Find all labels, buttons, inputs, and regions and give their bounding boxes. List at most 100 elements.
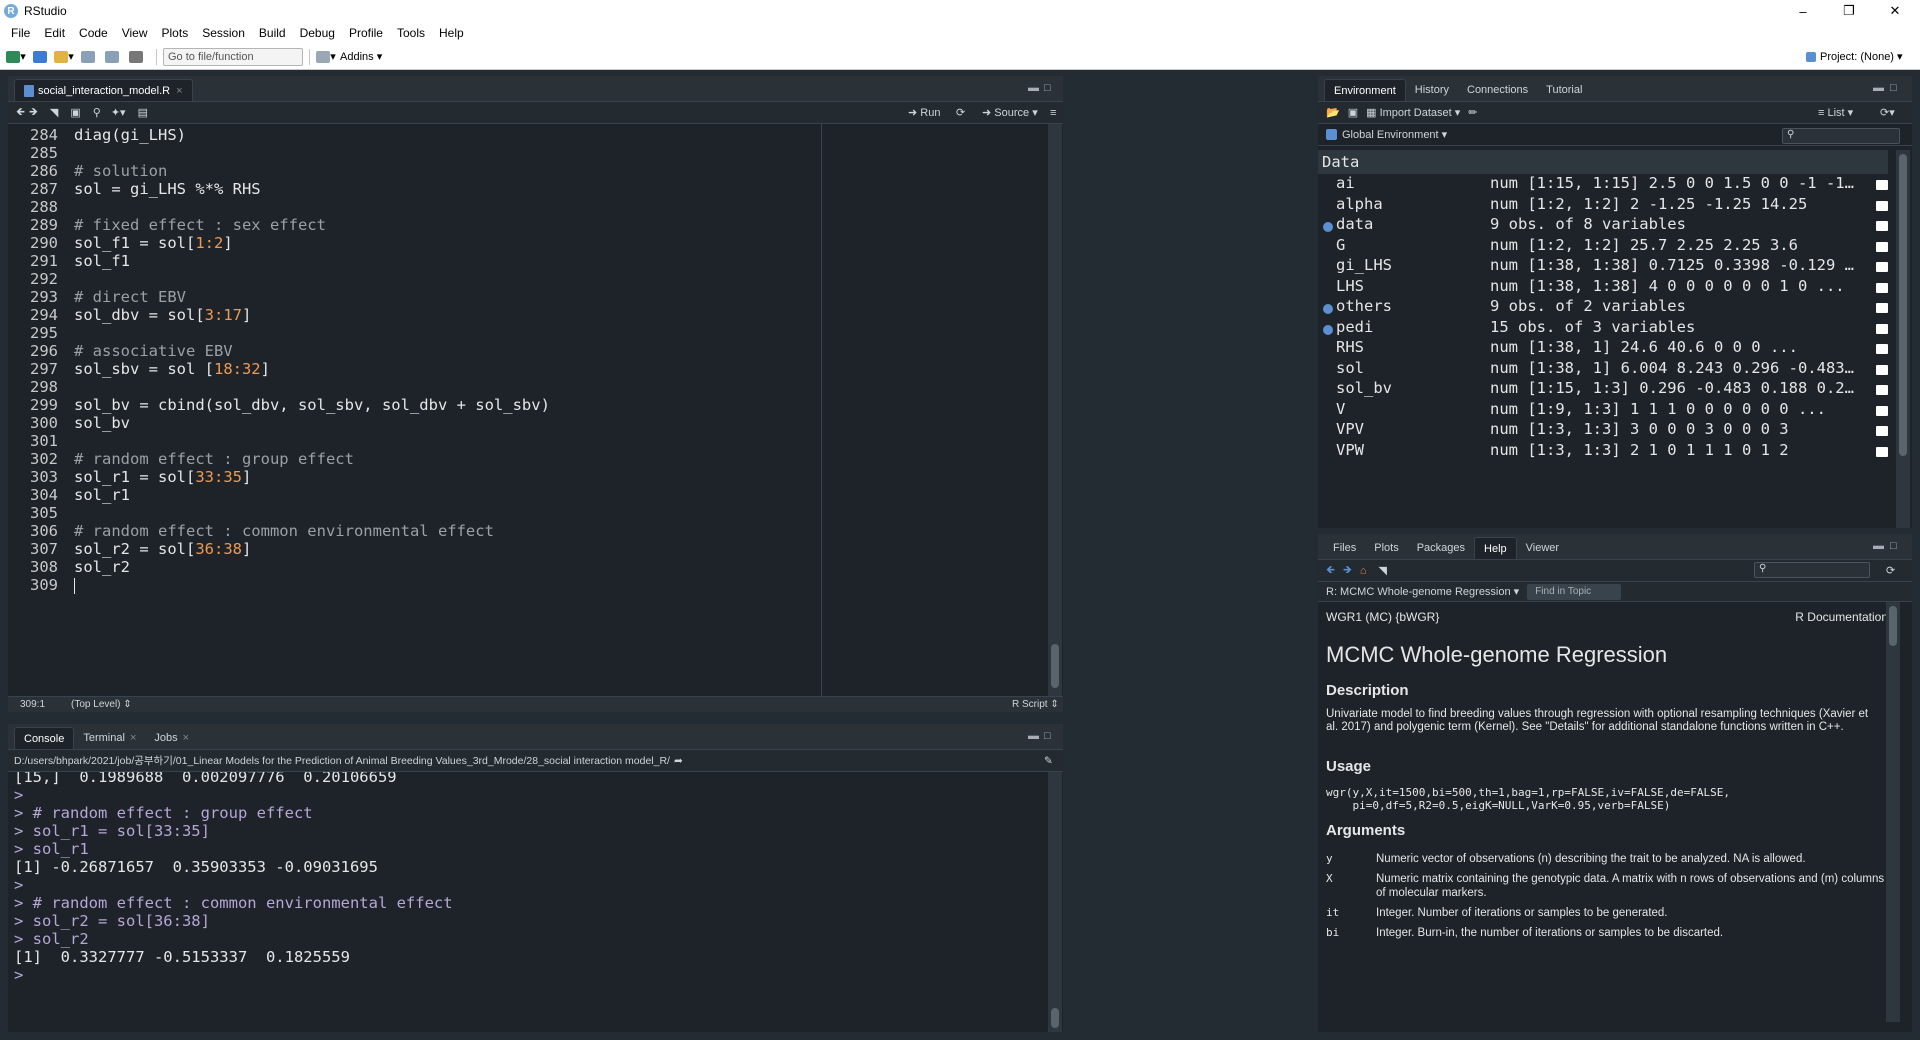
save-all-icon[interactable] [102,48,122,66]
project-menu[interactable]: Project: (None) ▾ [1806,48,1903,66]
forward-icon[interactable]: 🡺 [1343,561,1352,580]
find-in-topic-input[interactable]: Find in Topic [1527,583,1622,600]
save-workspace-icon[interactable]: ▣ [1348,106,1358,119]
menu-debug[interactable]: Debug [293,26,342,40]
help-topic-selector[interactable]: R: MCMC Whole-genome Regression ▾ [1326,585,1519,598]
tab-files[interactable]: Files [1324,537,1365,559]
menu-plots[interactable]: Plots [155,26,196,40]
print-icon[interactable] [126,48,146,66]
new-project-icon[interactable] [30,48,50,66]
show-in-window-icon[interactable]: ◥ [50,106,58,119]
console-scroll-thumb[interactable] [1051,1008,1059,1028]
view-data-icon[interactable] [1876,405,1888,416]
console-output[interactable]: [15,] 0.1989688 0.002097776 0.20106659 > >… [8,772,1063,1032]
editor-scrollbar[interactable] [1048,124,1062,696]
tab-viewer[interactable]: Viewer [1517,537,1568,559]
working-directory[interactable]: D:/users/bhpark/2021/job/공부하기/01_Linear … [14,753,670,768]
minimize-pane-icon[interactable]: ▬ [1028,82,1039,94]
close-icon[interactable]: ✕ [1872,0,1918,22]
view-data-icon[interactable] [1876,180,1888,190]
save-file-icon[interactable]: ▣ [70,106,80,119]
maximize-pane-icon[interactable]: □ [1044,82,1051,94]
maximize-pane-icon[interactable]: □ [1890,540,1897,552]
view-data-icon[interactable] [1876,262,1888,272]
file-type-selector[interactable]: R Script ⇕ [1012,699,1059,710]
menu-code[interactable]: Code [72,26,115,40]
tab-connections[interactable]: Connections [1458,79,1537,101]
restore-icon[interactable]: ❐ [1826,0,1872,22]
view-data-icon[interactable] [1876,344,1888,354]
tab-social-interaction-model[interactable]: social_interaction_model.R × [14,79,193,101]
search-icon[interactable]: ⚲ [93,106,101,119]
view-data-icon[interactable] [1876,323,1888,334]
environment-scroll-thumb[interactable] [1899,154,1907,456]
view-data-icon[interactable] [1876,241,1888,252]
save-icon[interactable] [78,48,98,66]
menu-session[interactable]: Session [195,26,252,40]
open-file-icon[interactable]: ▾ [54,48,74,66]
code-editor[interactable]: 284 diag(gi_LHS) 285 286 # solution 287 sol = … [8,124,1063,696]
clear-objects-icon[interactable]: ✏ [1468,106,1477,119]
source-button[interactable]: ➜ Source ▾ [982,106,1038,119]
goto-file-input[interactable]: Go to file/function [163,47,303,66]
tab-packages[interactable]: Packages [1408,537,1474,559]
view-data-icon[interactable] [1876,385,1888,395]
go-to-directory-icon[interactable]: ➦ [674,755,683,767]
expand-icon[interactable] [1323,324,1333,335]
code-line[interactable]: 309 [8,576,1063,598]
menu-build[interactable]: Build [252,26,293,40]
minimize-pane-icon[interactable]: ▬ [1873,82,1884,94]
outline-icon[interactable]: ≡ [1050,107,1056,119]
minimize-icon[interactable]: – [1780,0,1826,22]
rerun-icon[interactable]: ⟳ [956,106,965,119]
maximize-pane-icon[interactable]: □ [1044,730,1051,742]
close-tab-icon[interactable]: × [176,85,182,97]
forward-icon[interactable]: 🡺 [29,103,38,122]
code-tools-icon[interactable]: ✦▾ [111,106,126,119]
show-in-window-icon[interactable]: ◥ [1379,564,1387,577]
home-icon[interactable]: ⌂ [1360,565,1367,577]
close-tab-icon[interactable]: × [183,732,189,744]
expand-icon[interactable] [1323,222,1333,232]
tab-environment[interactable]: Environment [1324,79,1406,101]
environment-search-input[interactable]: ⚲ [1782,128,1900,144]
new-file-icon[interactable]: ▾ [6,48,26,66]
menu-profile[interactable]: Profile [342,26,390,40]
tab-console[interactable]: Console [14,727,75,749]
compile-report-icon[interactable]: ▤ [138,106,148,119]
menu-file[interactable]: File [4,26,37,40]
help-scroll-thumb[interactable] [1889,606,1897,646]
run-button[interactable]: ➜ Run [908,106,940,119]
view-mode-button[interactable]: ≡ List ▾ [1818,106,1853,119]
clear-console-icon[interactable]: ✎ [1044,755,1053,767]
close-tab-icon[interactable]: × [130,732,136,744]
view-data-icon[interactable] [1876,426,1888,436]
addins-button[interactable]: Addins ▾ [340,48,382,66]
tab-help[interactable]: Help [1474,537,1517,559]
view-data-icon[interactable] [1876,200,1888,211]
view-data-icon[interactable] [1876,282,1888,293]
tab-tutorial[interactable]: Tutorial [1537,79,1591,101]
refresh-icon[interactable]: ⟳▾ [1880,106,1895,119]
minimize-pane-icon[interactable]: ▬ [1028,730,1039,742]
editor-scroll-thumb[interactable] [1051,644,1059,688]
back-icon[interactable]: 🡸 [16,103,25,122]
tab-history[interactable]: History [1406,79,1458,101]
maximize-pane-icon[interactable]: □ [1890,82,1897,94]
tab-jobs[interactable]: Jobs × [145,727,198,749]
menu-help[interactable]: Help [432,26,471,40]
menu-edit[interactable]: Edit [37,26,72,40]
menu-view[interactable]: View [115,26,155,40]
back-icon[interactable]: 🡸 [1326,561,1335,580]
help-search-input[interactable]: ⚲ [1754,562,1870,578]
view-data-icon[interactable] [1876,364,1888,375]
console-scrollbar[interactable] [1048,772,1062,1032]
environment-scrollbar[interactable] [1896,150,1910,528]
environment-row[interactable]: VPW num [1:3, 1:3] 2 1 0 1 1 1 0 1 2 [1318,441,1888,466]
tab-terminal[interactable]: Terminal × [74,727,145,749]
tab-plots[interactable]: Plots [1365,537,1407,559]
pane-layout-icon[interactable]: ▾ [316,48,336,66]
view-data-icon[interactable] [1876,303,1888,313]
refresh-icon[interactable]: ⟳ [1886,564,1895,577]
view-data-icon[interactable] [1876,221,1888,231]
